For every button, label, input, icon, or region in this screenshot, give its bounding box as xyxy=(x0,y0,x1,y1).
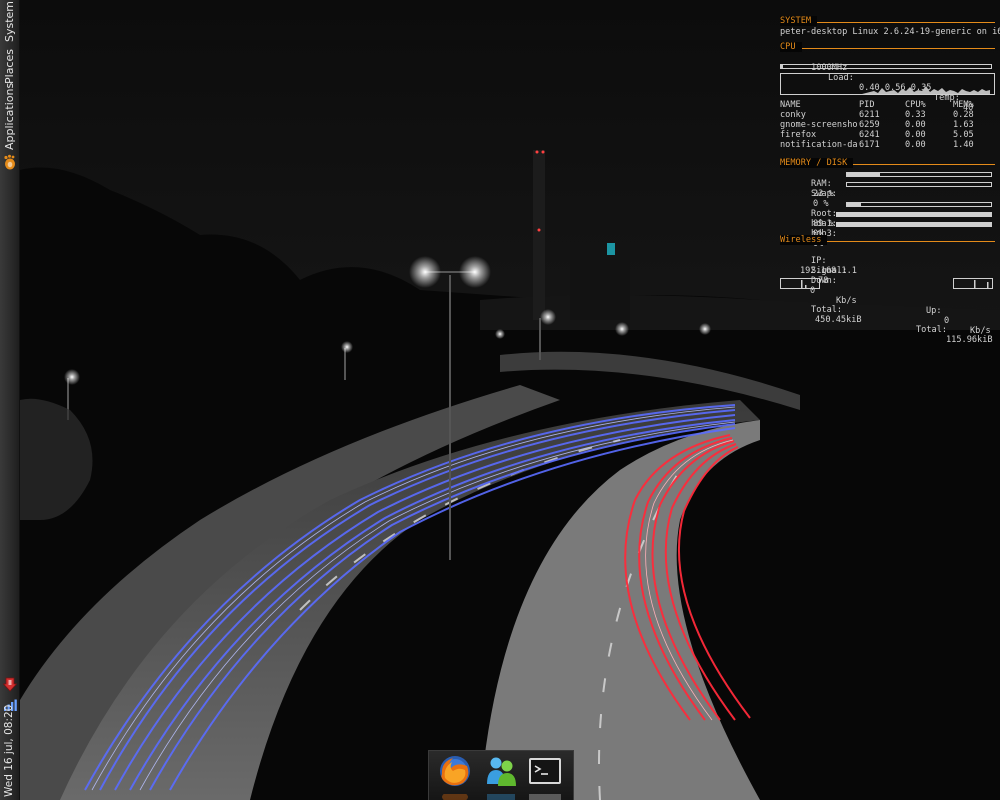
swap-bar xyxy=(846,182,992,187)
process-cpu: 0.33 xyxy=(905,110,926,120)
cpu-title: CPU xyxy=(780,42,796,52)
panel-clock[interactable]: Wed 16 jul, 08:20 xyxy=(1,705,18,797)
table-row: firefox 6241 0.00 5.05 xyxy=(780,130,995,140)
system-section-header: SYSTEM xyxy=(780,16,995,27)
speed-graphs xyxy=(780,276,995,292)
applications-menu[interactable]: Applications xyxy=(1,83,18,150)
total-row: Total: 450.45kiB Total: 115.96kiB xyxy=(780,295,995,345)
messenger-reflection xyxy=(483,790,519,800)
table-row: notification-da 6171 0.00 1.40 xyxy=(780,140,995,150)
total-down-label: Total: xyxy=(811,305,843,315)
hda1-row: hda1: 0% xyxy=(780,209,995,239)
terminal-reflection xyxy=(527,790,563,800)
ram-bar xyxy=(846,172,992,177)
process-name: firefox xyxy=(780,130,817,140)
upload-graph-trace xyxy=(974,280,989,288)
root-bar xyxy=(846,202,992,207)
firefox-icon[interactable] xyxy=(437,754,473,788)
cpu-graph-trace xyxy=(862,86,990,94)
wireless-title: Wireless xyxy=(780,235,822,245)
swap-row: Swap: 0 % xyxy=(780,179,995,209)
memory-section-header: MEMORY / DISK xyxy=(780,158,995,169)
ram-row: RAM: 23 % xyxy=(780,169,995,199)
swap-label: Swap: xyxy=(811,189,837,199)
cpu-bar-row xyxy=(780,64,995,70)
process-mem: 5.05 xyxy=(953,130,974,140)
upload-graph xyxy=(953,278,993,289)
top-panel: Applications Places System Wed 16 jul, 0… xyxy=(0,0,20,800)
cpu-bar xyxy=(780,64,992,69)
hda1-bar xyxy=(836,212,992,217)
messenger-icon[interactable] xyxy=(483,754,519,788)
col-pid: PID xyxy=(859,100,875,110)
speed-row: Down: 0 Kb/s Up: 0 Kb/s xyxy=(780,266,995,336)
total-up-value: 115.96kiB xyxy=(946,335,993,345)
process-pid: 6171 xyxy=(859,140,880,150)
cpu-summary: 1000MHz Load: 0.40 0.56 0.35 Temp: 40 xyxy=(780,53,995,113)
root-row: Root: 89 % xyxy=(780,199,995,229)
wireless-section-header: Wireless xyxy=(780,235,995,246)
cpu-section-header: CPU xyxy=(780,42,995,53)
process-cpu: 0.00 xyxy=(905,120,926,130)
update-notifier-icon[interactable] xyxy=(2,677,18,693)
process-cpu: 0.00 xyxy=(905,140,926,150)
memory-title: MEMORY / DISK xyxy=(780,158,848,168)
desktop: Applications Places System Wed 16 jul, 0… xyxy=(0,0,1000,800)
process-cpu: 0.00 xyxy=(905,130,926,140)
cpu-graph xyxy=(780,73,995,95)
download-graph xyxy=(780,278,820,289)
terminal-icon[interactable] xyxy=(527,754,563,788)
process-name: notification-da xyxy=(780,140,858,150)
process-mem: 1.40 xyxy=(953,140,974,150)
hdb3-row: hdb3: 0% xyxy=(780,219,995,249)
firefox-reflection xyxy=(437,790,473,800)
process-pid: 6211 xyxy=(859,110,880,120)
table-row: gnome-screensho 6259 0.00 1.63 xyxy=(780,120,995,130)
process-pid: 6259 xyxy=(859,120,880,130)
system-menu[interactable]: System xyxy=(1,1,18,42)
ip-row: IP: 192.168.1.1 xyxy=(780,246,995,276)
process-pid: 6241 xyxy=(859,130,880,140)
places-menu[interactable]: Places xyxy=(1,49,18,84)
process-mem: 1.63 xyxy=(953,120,974,130)
dock xyxy=(428,750,574,800)
cpu-temp: 40 xyxy=(963,103,974,113)
up-label: Up: xyxy=(926,306,942,316)
download-graph-trace xyxy=(801,280,807,288)
gnome-foot-icon[interactable] xyxy=(2,154,17,170)
conky-monitor: SYSTEM peter-desktop Linux 2.6.24-19-gen… xyxy=(780,16,1000,345)
hdb3-bar xyxy=(836,222,992,227)
signal-row: Signal: 78 xyxy=(780,256,995,286)
system-title: SYSTEM xyxy=(780,16,812,26)
total-up-label: Total: xyxy=(916,325,948,335)
system-info: peter-desktop Linux 2.6.24-19-generic on… xyxy=(780,27,1000,37)
total-down-value: 450.45kiB xyxy=(815,315,862,325)
